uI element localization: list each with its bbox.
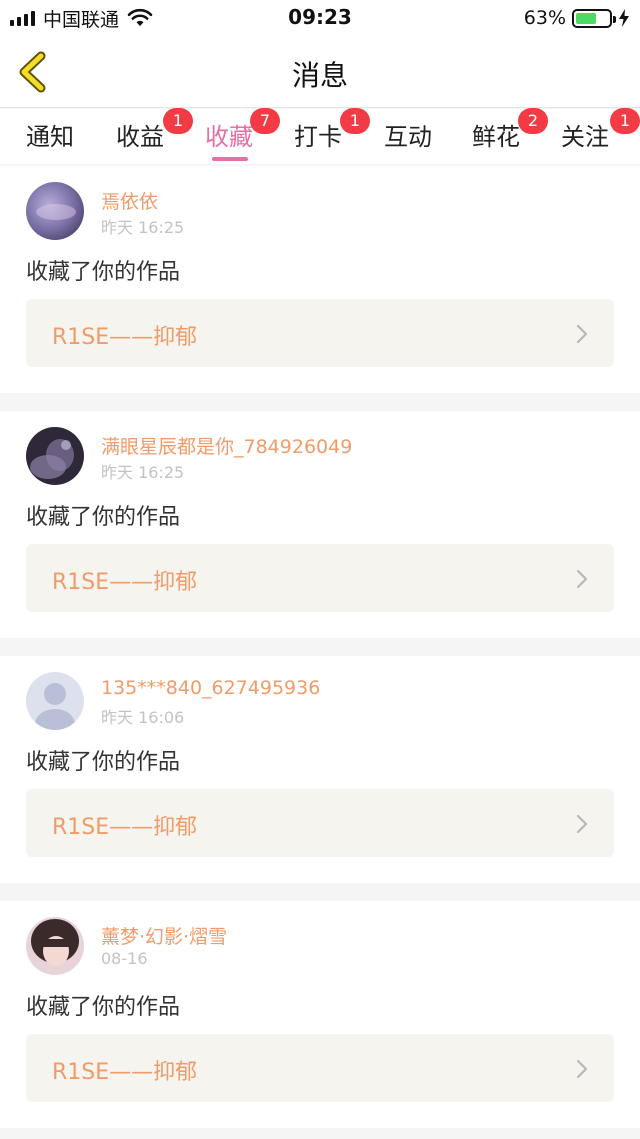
status-bar: 中国联通 09:23 63% <box>0 0 640 36</box>
message-card: 满眼星辰都是你_784926049 昨天 16:25 收藏了你的作品 R1SE—… <box>0 411 640 638</box>
work-link[interactable]: R1SE——抑郁 <box>26 544 614 612</box>
tab-label: 收益 <box>116 123 164 151</box>
avatar[interactable] <box>26 427 84 485</box>
work-title: R1SE——抑郁 <box>52 570 198 595</box>
work-title: R1SE——抑郁 <box>52 815 198 840</box>
tab-badge: 1 <box>610 108 640 134</box>
tab-label: 收藏 <box>205 123 253 151</box>
tab-checkin[interactable]: 打卡 1 <box>294 108 370 152</box>
message-time: 昨天 16:25 <box>101 463 185 482</box>
tab-interaction[interactable]: 互动 <box>384 117 432 152</box>
avatar[interactable] <box>26 672 84 730</box>
chevron-right-icon <box>576 1059 588 1079</box>
tab-label: 互动 <box>384 123 432 151</box>
message-action-text: 收藏了你的作品 <box>26 260 181 285</box>
work-link[interactable]: R1SE——抑郁 <box>26 299 614 367</box>
message-time: 08-16 <box>101 949 148 968</box>
work-title: R1SE——抑郁 <box>52 325 198 350</box>
username-link[interactable]: 焉依依 <box>101 187 158 214</box>
tab-label: 通知 <box>26 123 74 151</box>
battery-icon <box>572 8 616 28</box>
tab-earnings[interactable]: 收益 1 <box>116 108 193 152</box>
work-link[interactable]: R1SE——抑郁 <box>26 1034 614 1102</box>
page-title: 消息 <box>291 59 348 92</box>
message-action-text: 收藏了你的作品 <box>26 505 181 530</box>
username-link[interactable]: 135***840_627495936 <box>101 677 320 699</box>
tab-badge: 1 <box>163 108 193 134</box>
username-link[interactable]: 满眼星辰都是你_784926049 <box>101 432 352 459</box>
battery-percent: 63% <box>523 7 566 29</box>
active-tab-indicator <box>212 157 248 161</box>
avatar[interactable] <box>26 182 84 240</box>
tab-follows[interactable]: 关注 1 <box>561 108 640 152</box>
tab-label: 鲜花 <box>472 123 520 151</box>
work-title: R1SE——抑郁 <box>52 1060 198 1085</box>
message-action-text: 收藏了你的作品 <box>26 995 181 1020</box>
tab-label: 关注 <box>561 123 609 151</box>
avatar[interactable] <box>26 917 84 975</box>
message-card: 焉依依 昨天 16:25 收藏了你的作品 R1SE——抑郁 <box>0 166 640 393</box>
nav-bar: 消息 <box>0 36 640 108</box>
tab-label: 打卡 <box>294 123 342 151</box>
tab-flowers[interactable]: 鲜花 2 <box>472 108 548 152</box>
battery-level <box>576 12 597 24</box>
chevron-right-icon <box>576 324 588 344</box>
message-card: 薰梦·幻影·熠雪 08-16 收藏了你的作品 R1SE——抑郁 <box>0 901 640 1128</box>
status-bar-right: 63% <box>524 6 630 30</box>
tab-badge: 7 <box>250 108 280 134</box>
tab-badge: 1 <box>340 108 370 134</box>
chevron-right-icon <box>576 569 588 589</box>
tab-badge: 2 <box>518 108 548 134</box>
message-time: 昨天 16:25 <box>101 218 185 237</box>
message-tabs: 通知 收益 1 收藏 7 打卡 1 互动 鲜花 2 关注 1 <box>0 108 640 164</box>
charging-bolt-icon <box>619 9 629 27</box>
work-link[interactable]: R1SE——抑郁 <box>26 789 614 857</box>
tab-favorites[interactable]: 收藏 7 <box>205 108 280 161</box>
username-link[interactable]: 薰梦·幻影·熠雪 <box>101 922 227 949</box>
message-action-text: 收藏了你的作品 <box>26 750 181 775</box>
message-card: 135***840_627495936 昨天 16:06 收藏了你的作品 R1S… <box>0 656 640 883</box>
tab-notifications[interactable]: 通知 <box>26 117 74 152</box>
message-time: 昨天 16:06 <box>101 708 185 727</box>
chevron-right-icon <box>576 814 588 834</box>
